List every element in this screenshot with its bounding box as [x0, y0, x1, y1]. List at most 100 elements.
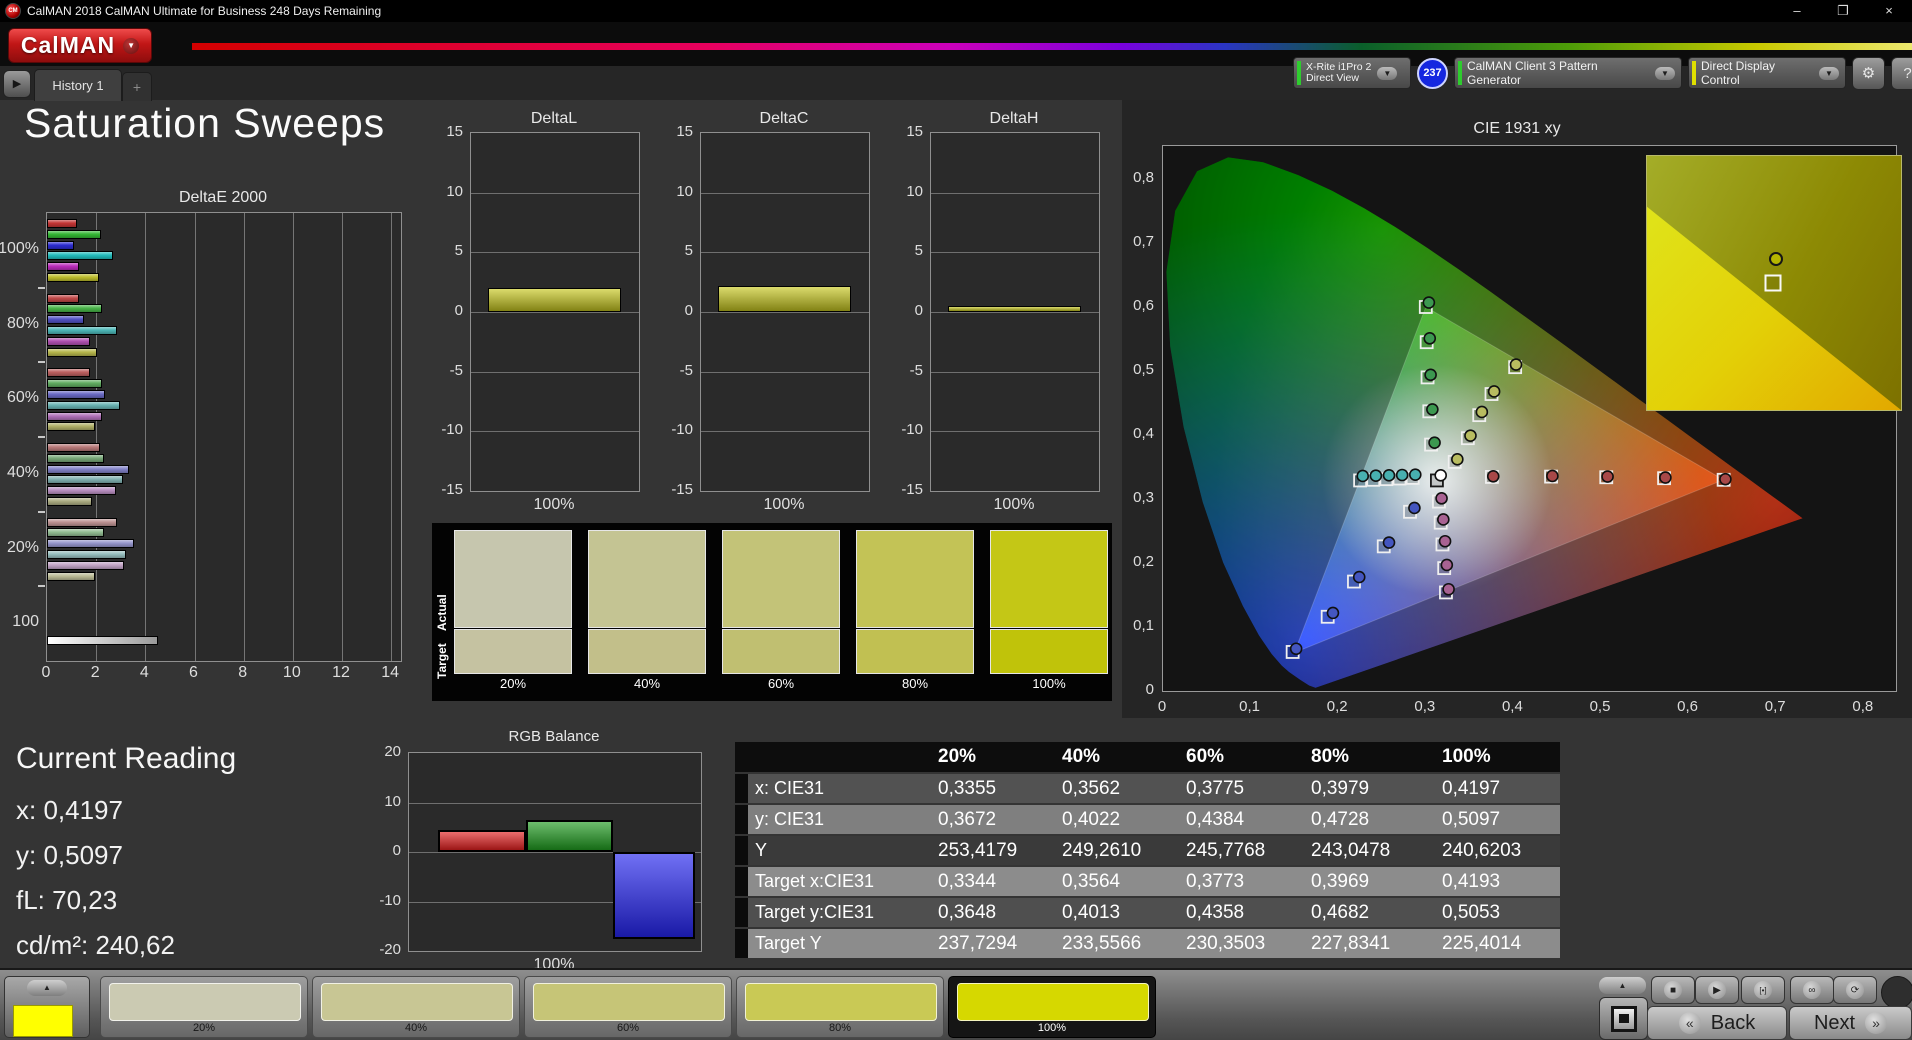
- table-row: Target y:CIE31 0,3648 0,4013 0,4358 0,4682 0,…: [735, 898, 1560, 927]
- add-tab-button[interactable]: +: [122, 72, 152, 101]
- gridline: [931, 431, 1099, 433]
- reading-line: y: 0,5097: [16, 840, 123, 870]
- gridline: [145, 213, 147, 661]
- table-row: Y 253,4179 249,2610 245,7768 243,0478 240,620…: [735, 836, 1560, 865]
- axis-tick-label: 0,6: [1677, 698, 1699, 715]
- pattern-swatch: [745, 983, 937, 1021]
- bar: [47, 336, 91, 346]
- next-arrow-icon: »: [1865, 1012, 1888, 1034]
- column-header: 80%: [1311, 746, 1350, 767]
- workflow-panel-toggle[interactable]: ▶: [3, 70, 31, 98]
- pattern-tile-20%[interactable]: 20%: [100, 976, 308, 1038]
- display-control-dropdown[interactable]: Direct Display Control ▼: [1688, 57, 1846, 89]
- deltah-y-axis: 15 10 5 0 -5 -10 -15: [890, 123, 928, 498]
- single-measure-button[interactable]: [•]: [1741, 976, 1785, 1004]
- bar: [47, 400, 120, 410]
- axis-tick-label: 2: [90, 664, 100, 681]
- axis-tick-label: 0,8: [1852, 698, 1874, 715]
- axis-tick-label: 0,2: [1133, 553, 1154, 570]
- row-strip: [735, 774, 748, 803]
- deltae-x-axis: 0 2 4 6 8 10 12 14: [42, 664, 400, 684]
- actual-swatch: [722, 530, 840, 628]
- pattern-generator-dropdown[interactable]: CalMAN Client 3 Pattern Generator ▼: [1454, 57, 1682, 89]
- bar: [47, 464, 130, 474]
- close-button[interactable]: ×: [1866, 0, 1912, 22]
- cie-y-axis: 0 0,1 0,2 0,3 0,4 0,5 0,6 0,7 0,8: [1122, 100, 1158, 718]
- cell: 0,3562: [1062, 778, 1121, 799]
- measured-marker: [1424, 368, 1437, 382]
- calman-menu-button[interactable]: CalMAN ▼: [8, 28, 152, 63]
- spectrum-bar: [192, 43, 1912, 50]
- axis-tick-label: 10: [676, 182, 693, 200]
- minimize-button[interactable]: –: [1774, 0, 1820, 22]
- maximize-button[interactable]: ❐: [1820, 0, 1866, 22]
- actual-swatch: [588, 530, 706, 628]
- pattern-tile-60%[interactable]: 60%: [524, 976, 732, 1038]
- bar: [47, 636, 158, 646]
- measured-marker: [1408, 468, 1422, 481]
- infinity-icon: ∞: [1803, 981, 1821, 999]
- app-icon: CM: [5, 3, 21, 19]
- axis-tick-label: 0,4: [1133, 425, 1154, 442]
- gridline: [701, 431, 869, 433]
- row-strip: [735, 805, 748, 834]
- cell: 245,7768: [1186, 840, 1266, 861]
- axis-tick-label: 0,4: [1501, 698, 1523, 715]
- cell: 0,4682: [1311, 902, 1370, 923]
- meter-mode: Direct View: [1306, 72, 1359, 84]
- axis-tick-label: 14: [381, 664, 400, 681]
- measured-marker: [1438, 534, 1452, 548]
- pattern-tile-40%[interactable]: 40%: [312, 976, 520, 1038]
- pattern-label: 20%: [192, 1022, 216, 1034]
- target-swatch: [722, 629, 840, 674]
- bar: [47, 304, 103, 314]
- deltae-chart-title: DeltaE 2000: [178, 189, 268, 206]
- settings-button[interactable]: ⚙: [1852, 56, 1885, 90]
- axis-tick-label: 8: [238, 664, 248, 681]
- meter-count-badge[interactable]: 237: [1417, 57, 1448, 89]
- deltal-chart-title: DeltaL: [530, 110, 578, 127]
- play-button[interactable]: ▶: [1695, 976, 1739, 1004]
- reading-line: cd/m²: 240,62: [16, 930, 175, 960]
- axis-tick-label: 6: [189, 664, 198, 681]
- measured-marker: [1289, 642, 1303, 656]
- gridline: [342, 213, 343, 661]
- bar: [47, 497, 93, 506]
- pattern-tile-80%[interactable]: 80%: [736, 976, 944, 1038]
- bar: [47, 528, 104, 538]
- deltae-chart: [38, 212, 402, 662]
- gridline: [931, 371, 1099, 373]
- back-button[interactable]: « Back: [1647, 1006, 1787, 1040]
- row-label: Target y:CIE31: [755, 902, 875, 922]
- pattern-tile-100%[interactable]: 100%: [948, 976, 1156, 1038]
- current-reading-values: x: 0,4197 y: 0,5097 fL: 70,23 cd/m²: 240,62: [16, 795, 356, 985]
- collapse-up-icon[interactable]: ▲: [1599, 977, 1646, 994]
- cell: 0,4022: [1062, 809, 1121, 830]
- cell: 0,3969: [1311, 871, 1370, 892]
- measured-marker: [1435, 492, 1448, 505]
- bar: [487, 288, 621, 312]
- continuous-measure-button[interactable]: ∞: [1790, 976, 1834, 1004]
- help-button[interactable]: ?: [1891, 56, 1912, 90]
- stop-button[interactable]: ■: [1651, 976, 1695, 1004]
- collapse-up-icon[interactable]: ▲: [27, 980, 67, 996]
- deltah-chart-title: DeltaH: [989, 110, 1039, 127]
- axis-tick-label: 0,2: [1326, 698, 1348, 715]
- axis-tick-label: 0,8: [1133, 169, 1154, 186]
- column-header: 40%: [1062, 746, 1101, 767]
- swatch-compare-panel: Actual Target 20% 40% 60% 80% 100%: [432, 523, 1112, 701]
- bar: [47, 293, 79, 303]
- next-button[interactable]: Next »: [1789, 1006, 1912, 1040]
- pattern-window-button[interactable]: [1599, 997, 1648, 1040]
- cell: 0,3648: [938, 902, 997, 923]
- pattern-label: 60%: [616, 1022, 640, 1034]
- gridline: [701, 312, 869, 313]
- axis-tick-label: 0,3: [1133, 489, 1154, 506]
- bar: [47, 475, 124, 485]
- refresh-button[interactable]: ⟳: [1833, 976, 1877, 1004]
- source-status-strip: [1458, 61, 1462, 85]
- chevron-down-icon: ▼: [1819, 66, 1839, 80]
- meter-dropdown[interactable]: X-Rite i1Pro 2 Direct View ▼: [1293, 57, 1411, 89]
- tab-history-1[interactable]: History 1: [34, 69, 122, 101]
- cell: 230,3503: [1186, 933, 1266, 954]
